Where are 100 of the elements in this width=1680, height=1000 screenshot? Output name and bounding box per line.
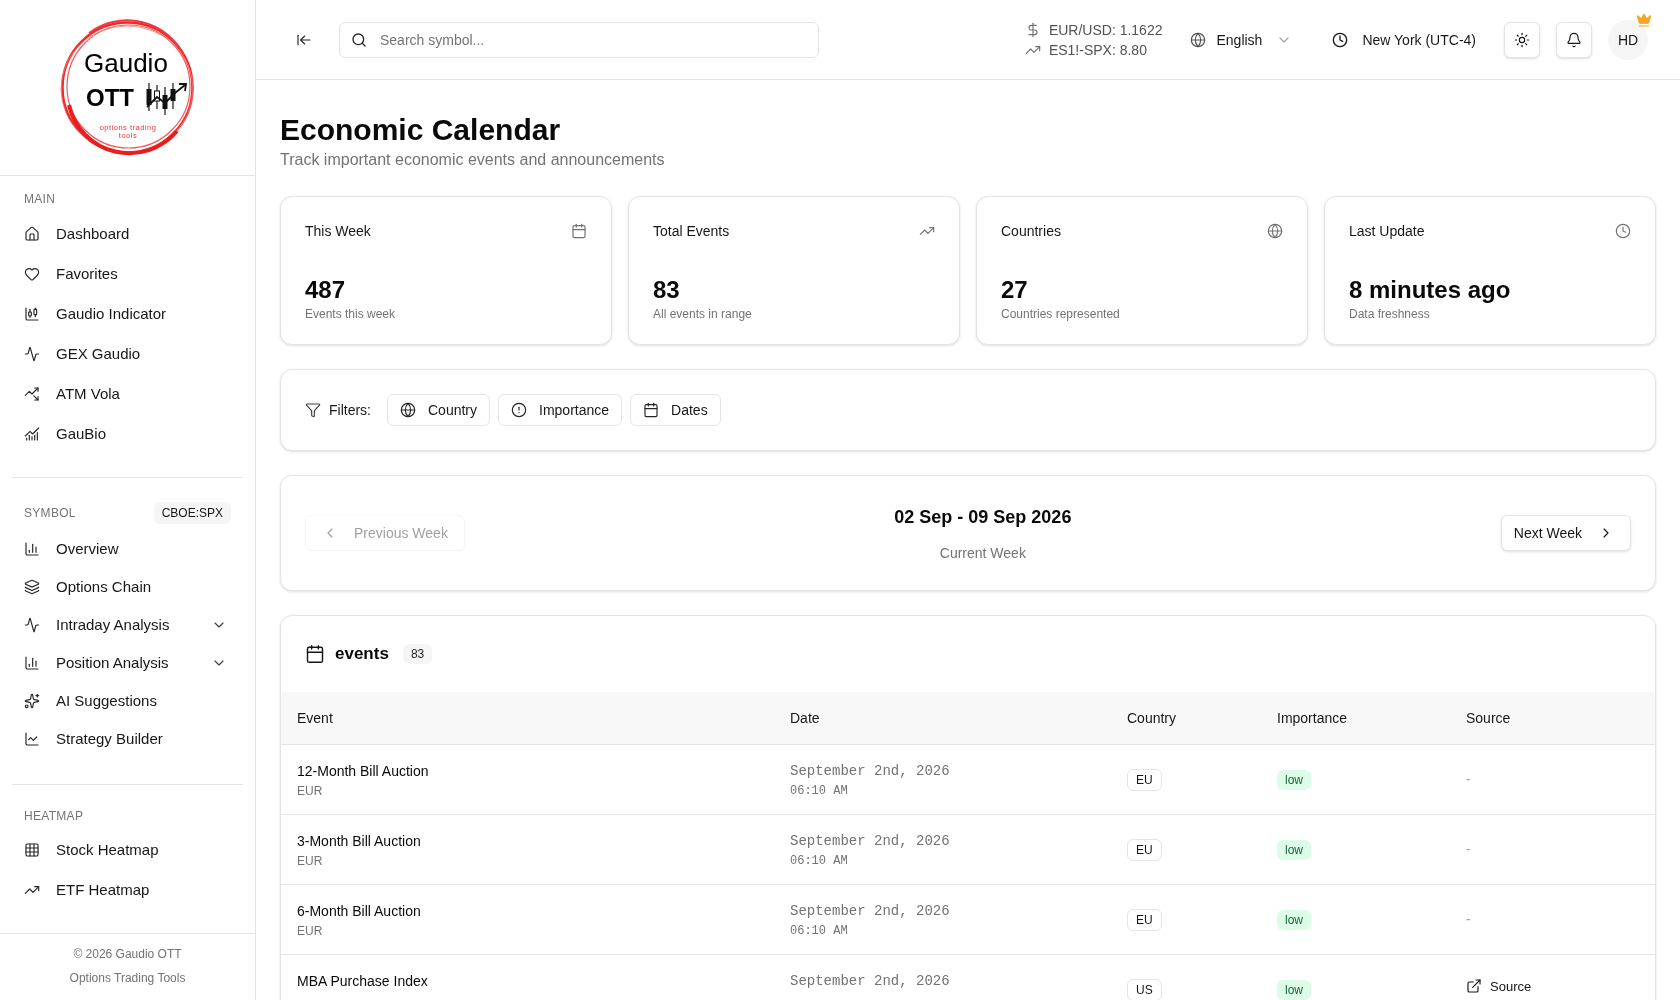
heart-icon [24, 266, 40, 282]
sidebar-item[interactable]: ETF Heatmap [12, 870, 243, 910]
importance-badge: low [1277, 980, 1311, 1000]
bar-chart-icon [24, 426, 40, 442]
event-name: MBA Purchase Index [297, 971, 429, 991]
home-icon [24, 226, 40, 242]
event-time: 06:10 AM [790, 782, 849, 799]
user-avatar[interactable]: HD [1608, 19, 1648, 60]
source-text: - [1466, 911, 1471, 927]
importance-badge: low [1277, 840, 1311, 860]
bar-chart-icon [24, 655, 40, 671]
calendar-icon [571, 223, 587, 239]
source-link[interactable]: Source [1466, 976, 1532, 997]
search-field[interactable]: Search symbol... [339, 21, 819, 58]
filters-label: Filters: [329, 401, 371, 420]
source-text: - [1466, 771, 1471, 787]
page-title: Economic Calendar [280, 112, 562, 148]
country-badge: EU [1127, 909, 1162, 931]
pulse-line-icon [24, 346, 40, 362]
footer-text: © 2026 Gaudio OTT [73, 946, 182, 962]
alert-circle-icon [511, 402, 528, 418]
event-name: 6-Month Bill Auction [297, 901, 422, 921]
country-badge: EU [1127, 769, 1162, 791]
stat-title: Countries [1001, 222, 1061, 241]
stat-value: 27 [1001, 275, 1029, 305]
next-week-button[interactable]: Next Week [1500, 515, 1631, 551]
stat-value: 8 minutes ago [1349, 275, 1512, 305]
bar-chart-icon [24, 541, 40, 557]
crown-icon [1636, 11, 1652, 28]
source-text: - [1466, 841, 1471, 857]
column-header: Country [1127, 709, 1177, 726]
column-header: Source [1466, 709, 1511, 726]
column-header: Importance [1277, 709, 1348, 726]
logo-text: Gaudio [84, 47, 168, 79]
event-name: 3-Month Bill Auction [297, 831, 422, 851]
stat-caption: All events in range [653, 306, 753, 322]
week-range: 02 Sep - 09 Sep 2026 [894, 506, 1072, 529]
event-time: 06:10 AM [790, 922, 849, 939]
clock-icon [1615, 223, 1631, 239]
stat-caption: Data freshness [1349, 306, 1431, 322]
globe-icon [1267, 223, 1283, 239]
external-link-icon [1466, 978, 1482, 995]
stat-value: 487 [305, 275, 347, 305]
sidebar-item[interactable]: Stock Heatmap [12, 830, 243, 870]
grid-icon [24, 842, 40, 858]
timezone-selector[interactable]: New York (UTC-4) [1332, 21, 1476, 58]
event-currency: EUR [297, 782, 324, 799]
language-selector[interactable]: English [1190, 21, 1293, 58]
sidebar-item[interactable]: AI Suggestions [12, 682, 243, 720]
events-title: events [335, 643, 389, 666]
sidebar-item[interactable]: GauBio [12, 414, 243, 454]
sidebar-item[interactable]: Overview [12, 530, 243, 568]
calendar-icon [643, 402, 660, 418]
sidebar-item[interactable]: ATM Vola [12, 374, 243, 414]
footer-text: Options Trading Tools [69, 970, 186, 986]
theme-toggle-button[interactable] [1504, 21, 1540, 58]
sidebar-item[interactable]: GEX Gaudio [12, 334, 243, 374]
search-icon [351, 31, 367, 48]
globe-icon [1190, 31, 1207, 48]
sidebar-item[interactable]: Dashboard [12, 214, 243, 254]
stat-caption: Countries represented [1001, 306, 1121, 322]
filter-button[interactable]: Importance [498, 394, 623, 426]
filter-button[interactable]: Dates [630, 394, 721, 426]
event-date: September 2nd, 2026 [790, 761, 951, 781]
section-label: SYMBOL [24, 505, 76, 521]
globe-icon [400, 402, 416, 418]
week-caption: Current Week [939, 544, 1026, 563]
stat-title: Total Events [653, 222, 730, 241]
sparkles-icon [24, 693, 40, 709]
events-count-badge: 83 [402, 644, 433, 664]
event-currency: EUR [297, 852, 324, 869]
event-name: 12-Month Bill Auction [297, 761, 430, 781]
event-date: September 2nd, 2026 [790, 901, 951, 921]
event-currency: EUR [297, 922, 324, 939]
candlestick-chart-icon [24, 306, 40, 322]
sidebar-item[interactable]: Strategy Builder [12, 720, 243, 758]
event-date: September 2nd, 2026 [790, 971, 951, 991]
clock-icon [1332, 31, 1349, 48]
trend-arrows-icon [24, 386, 40, 402]
column-header: Event [297, 709, 333, 726]
logo-text: OTT [86, 83, 134, 113]
sun-icon [1514, 31, 1530, 48]
ticker-text: ES1!-SPX: 8.80 [1048, 40, 1147, 60]
sidebar-item[interactable]: Gaudio Indicator [12, 294, 243, 334]
sidebar-item[interactable]: Position Analysis [12, 644, 243, 682]
section-label: MAIN [24, 191, 56, 207]
importance-badge: low [1277, 910, 1311, 930]
filter-button[interactable]: Country [387, 394, 491, 426]
event-date: September 2nd, 2026 [790, 831, 951, 851]
line-chart-icon [24, 731, 40, 747]
layers-icon [24, 579, 40, 595]
sidebar-item[interactable]: Favorites [12, 254, 243, 294]
bell-icon [1566, 31, 1582, 48]
stat-caption: Events this week [305, 306, 397, 322]
notifications-button[interactable] [1556, 21, 1592, 58]
sidebar-item[interactable]: Intraday Analysis [12, 606, 243, 644]
ticker-text: EUR/USD: 1.1622 [1048, 20, 1163, 40]
symbol-badge: CBOE:SPX [153, 502, 231, 524]
sidebar-item[interactable]: Options Chain [12, 568, 243, 606]
section-label: HEATMAP [24, 808, 84, 824]
